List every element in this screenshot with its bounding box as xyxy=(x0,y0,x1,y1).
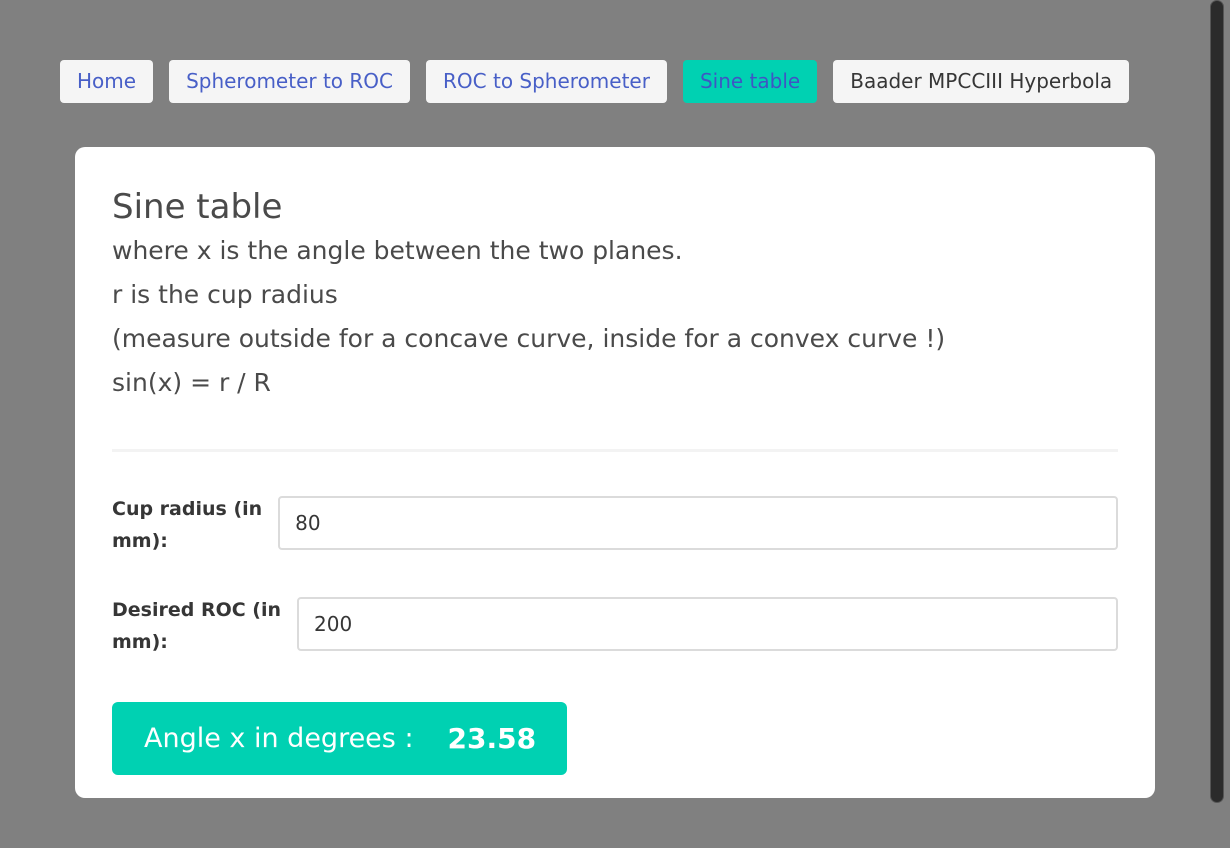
cup-radius-field: Cup radius (in mm): xyxy=(112,496,1118,557)
desired-roc-label: Desired ROC (in mm): xyxy=(112,594,281,658)
nav-home-button[interactable]: Home xyxy=(60,60,154,103)
description-line-1: where x is the angle between the two pla… xyxy=(112,236,683,265)
divider xyxy=(112,449,1118,452)
top-navigation: Home Spherometer to ROC ROC to Spheromet… xyxy=(60,60,1130,103)
nav-spherometer-to-roc-button[interactable]: Spherometer to ROC xyxy=(169,60,411,103)
angle-result-value: 23.58 xyxy=(447,722,537,755)
nav-baader-hyperbola-button[interactable]: Baader MPCCIII Hyperbola xyxy=(833,60,1130,103)
sine-table-card: Sine table where x is the angle between … xyxy=(75,147,1155,798)
nav-roc-to-spherometer-button[interactable]: ROC to Spherometer xyxy=(426,60,667,103)
nav-sine-table-button[interactable]: Sine table xyxy=(682,60,818,103)
desired-roc-field: Desired ROC (in mm): xyxy=(112,597,1118,658)
vertical-scrollbar[interactable] xyxy=(1210,0,1224,803)
cup-radius-input[interactable] xyxy=(278,496,1118,550)
page-title: Sine table xyxy=(112,187,283,227)
cup-radius-label: Cup radius (in mm): xyxy=(112,493,262,557)
desired-roc-input[interactable] xyxy=(297,597,1118,651)
page: Home Spherometer to ROC ROC to Spheromet… xyxy=(0,0,1230,848)
cup-radius-label-line1: Cup radius (in xyxy=(112,498,263,520)
desired-roc-label-line2: mm): xyxy=(112,631,168,653)
angle-result-box: Angle x in degrees : 23.58 xyxy=(112,702,568,775)
desired-roc-label-line1: Desired ROC (in xyxy=(112,599,282,621)
angle-result-label: Angle x in degrees : xyxy=(144,723,414,754)
cup-radius-label-line2: mm): xyxy=(112,530,168,552)
formula-line: sin(x) = r / R xyxy=(112,368,271,397)
description-line-2: r is the cup radius xyxy=(112,280,338,309)
description-line-3: (measure outside for a concave curve, in… xyxy=(112,324,946,353)
